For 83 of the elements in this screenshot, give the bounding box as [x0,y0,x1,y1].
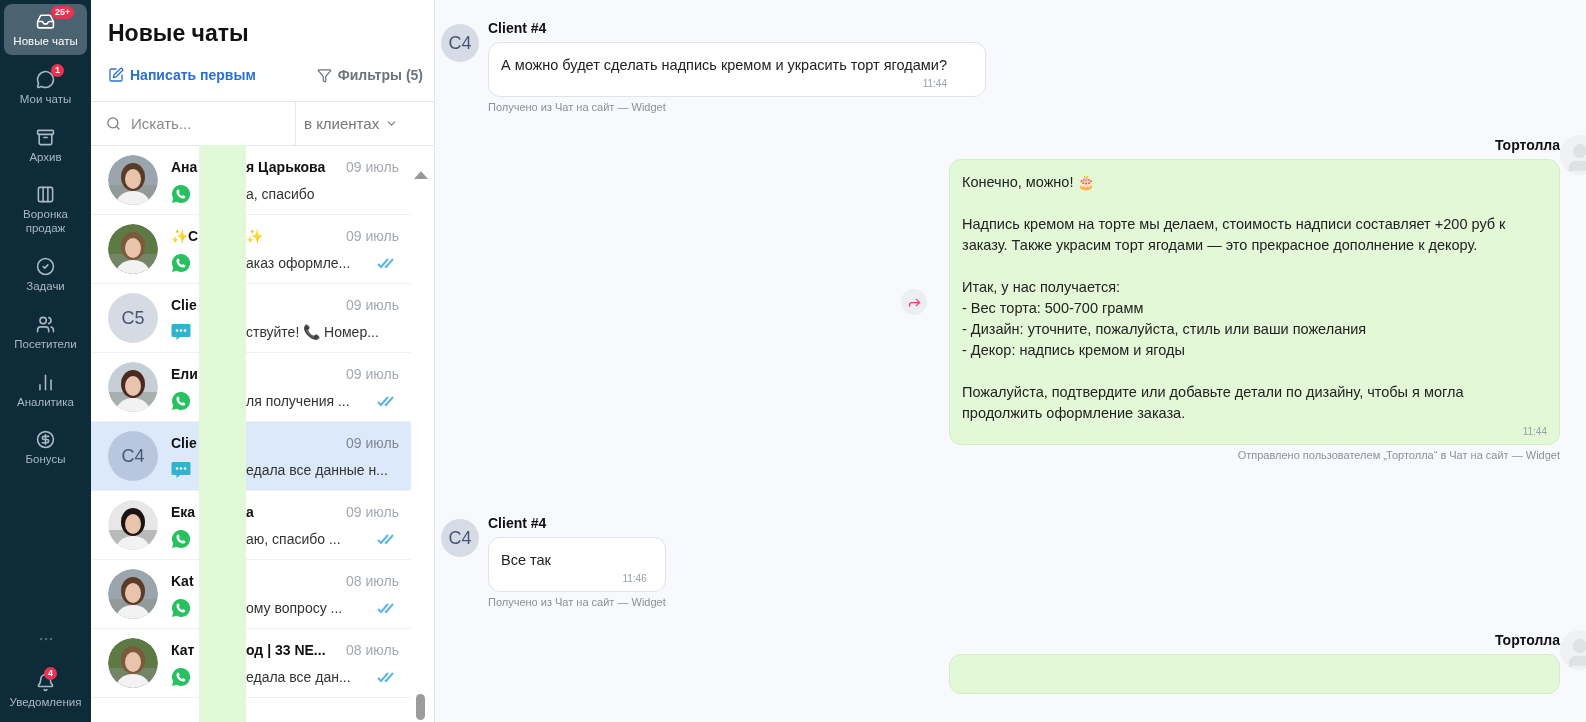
write-first-link[interactable]: Написать первым [108,67,256,83]
forward-icon[interactable] [901,289,927,315]
chat-date: 09 июль [345,296,399,313]
contact-name: Ели [171,365,199,382]
dollar-icon [36,430,55,450]
chat-date: 08 июль [345,641,399,658]
contact-name: Kat [171,572,195,589]
chat-date: 09 июль [345,227,399,244]
message-preview: аю, спасибо ... [246,530,341,547]
check-circle-icon [36,257,55,276]
phone-bubble-icon [171,597,191,618]
users-icon [36,314,55,334]
scrollbar-thumb[interactable] [416,694,425,720]
chat-date: 09 июль [345,434,399,451]
sidebar-item[interactable]: Уведомления 4 [4,665,87,716]
speech-bubble-icon [171,460,191,479]
message-source: Получено из Чат на сайт — Widget [488,596,666,608]
filters-button[interactable]: Фильтры (5) [316,67,423,83]
phone-bubble-icon [171,666,191,687]
contact-name: ✨С [171,227,199,244]
sidebar-item[interactable]: Посетители [4,306,87,358]
scroll-up-arrow-icon[interactable] [414,171,428,179]
sender-name: Client #4 [488,515,548,531]
message-time: 11:44 [921,78,947,90]
initials-avatar: C5 [108,293,158,343]
sidebar-item[interactable]: Аналитика [4,364,87,416]
count-badge: 4 [44,667,57,681]
message-preview: ому вопросу ... [246,599,343,616]
message-bubble: А можно будет сделать надпись кремом и украсить торт ягодами? 11:44 [488,42,986,97]
more-dots-icon [38,637,53,642]
sidebar-item[interactable]: Воронка продаж [4,177,87,242]
search-icon [106,116,121,131]
message-preview: а, спасибо [246,185,315,202]
speech-bubble-icon [171,322,191,341]
chat-date: 09 июль [345,365,399,382]
phone-bubble-icon [171,183,191,204]
chat-date: 09 июль [345,503,399,520]
message-preview: едала все данные н... [246,461,388,478]
list-title: Новые чаты [108,20,250,47]
contact-name: а [246,503,254,520]
message-preview: аказ оформле... [246,254,351,271]
message-bubble: Все так 11:46 [488,537,666,592]
filter-icon [316,67,332,83]
sender-name: Тортолла [1494,137,1560,153]
sender-name: Client #4 [488,20,548,36]
contact-name: Ана [171,158,199,175]
chat-bubble-icon [36,69,55,89]
contact-name: од | 33 NE... [246,641,326,658]
columns-icon [36,185,55,205]
initials-avatar: C4 [441,519,479,557]
contact-name: я Царькова [246,158,326,175]
bar-chart-icon [36,372,55,392]
phone-bubble-icon [171,528,191,549]
edit-icon [108,67,124,83]
message-preview: едала все дан... [246,668,351,685]
contact-name: Clie [171,296,198,313]
initials-avatar: C4 [108,431,158,481]
message-time: 11:46 [621,573,647,585]
message-source: Получено из Чат на сайт — Widget [488,101,667,113]
contact-name: ✨ [246,227,263,244]
message-preview: ля получения ... [246,392,350,409]
contact-name: Кат [171,641,196,658]
message-bubble: Конечно, можно! 🎂 Надпись кремом на торте мы делаем, стоимость надписи составляет +200 руб к заказу. Также украсим торт ягодами — это прекрасное дополнение к декору. Итак, у нас получается: - Вес торта: 500-700 грамм - Дизайн: уточните, пожалуйста, стиль или ваши пожелания - Декор: надпись кремом и ягоды Пожалуйста, подтвердите или добавьте детали по дизайну, чтобы я могла продолжить оформление заказа. 11:44 [949,159,1560,445]
inbox-icon [36,12,55,31]
count-badge: 1 [51,63,64,77]
message-source: Отправлено пользователем „Тортолла“ в Чат на сайт — Widget [1237,449,1560,461]
archive-icon [36,127,55,147]
sidebar-item[interactable]: Бонусы [4,422,87,474]
sidebar-item[interactable]: Новые чаты 25+ [4,4,87,55]
phone-bubble-icon [171,252,191,273]
chat-date: 09 июль [345,158,399,175]
sender-name: Тортолла [1494,632,1560,648]
count-badge: 25+ [51,6,75,19]
chat-date: 08 июль [345,572,399,589]
message-time: 11:44 [1521,426,1547,438]
phone-bubble-icon [171,390,191,411]
initials-avatar: C4 [441,24,479,62]
sidebar-item[interactable]: Архив [4,119,87,171]
contact-name: Ека [171,503,197,520]
contact-name: Clie [171,434,198,451]
sidebar-item[interactable]: Мои чаты 1 [4,61,87,113]
message-preview: ствуйте! 📞 Номер... [246,323,379,340]
sidebar-item[interactable]: Задачи [4,249,87,300]
